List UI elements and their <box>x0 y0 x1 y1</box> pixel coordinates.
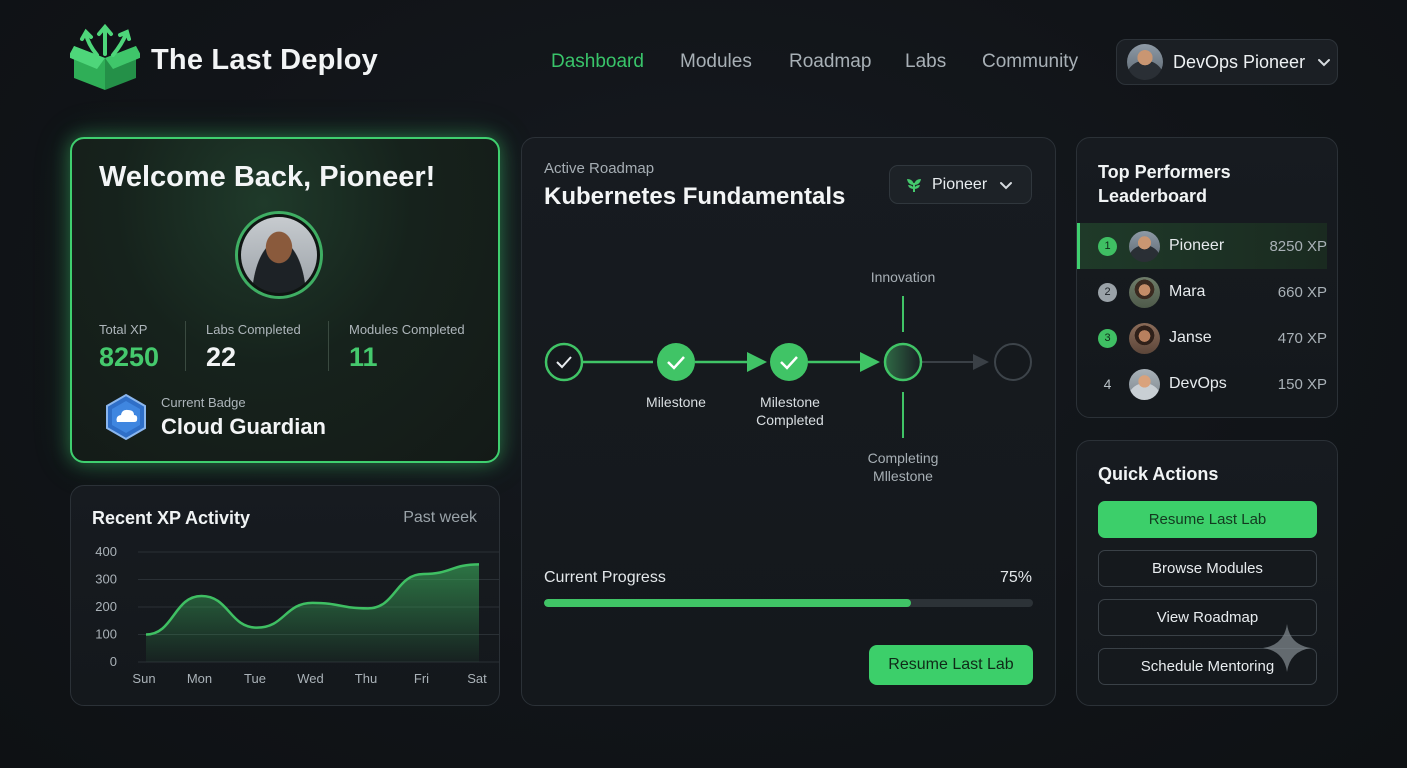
nav-roadmap[interactable]: Roadmap <box>789 51 871 73</box>
resume-last-lab-quick-button[interactable]: Resume Last Lab <box>1098 501 1317 538</box>
milestone-label: Milestone <box>646 394 706 410</box>
leaderboard-card: Top Performers Leaderboard 1 Pioneer 825… <box>1076 137 1338 418</box>
x-tick-label: Wed <box>297 671 324 686</box>
rank-badge: 1 <box>1098 236 1117 256</box>
avatar <box>1129 368 1160 400</box>
progress-label: Current Progress <box>544 569 666 586</box>
x-tick-label: Tue <box>244 671 266 686</box>
stat-divider <box>185 321 186 371</box>
nav-community[interactable]: Community <box>982 51 1078 73</box>
rank-badge: 4 <box>1103 376 1112 392</box>
roadmap-card: Active Roadmap Kubernetes Fundamentals P… <box>521 137 1056 706</box>
y-tick-label: 100 <box>95 627 117 642</box>
total-xp-value: 8250 <box>99 342 160 372</box>
leaderboard-xp: 8250 XP <box>1269 237 1327 255</box>
nav-dashboard[interactable]: Dashboard <box>551 51 644 73</box>
chevron-down-icon <box>1000 181 1013 189</box>
leaderboard-xp: 660 XP <box>1277 283 1327 301</box>
x-tick-label: Thu <box>355 671 377 686</box>
leaderboard-xp: 470 XP <box>1277 329 1327 347</box>
x-tick-label: Sun <box>132 671 155 686</box>
leaderboard-row[interactable]: 2 Mara 660 XP <box>1077 269 1327 315</box>
milestone-innovation-label: Innovation <box>870 269 936 285</box>
milestone-completed-label: Milestone Completed <box>756 394 824 428</box>
leaderboard-name: Janse <box>1169 329 1212 346</box>
logo-box-icon <box>70 23 140 90</box>
avatar <box>1129 230 1160 262</box>
chevron-down-icon <box>1318 59 1331 67</box>
browse-modules-button[interactable]: Browse Modules <box>1098 550 1317 587</box>
nav-modules[interactable]: Modules <box>680 51 752 73</box>
leaf-icon <box>907 178 921 192</box>
rank-badge: 3 <box>1098 328 1117 348</box>
brand-title[interactable]: The Last Deploy <box>151 44 378 77</box>
leaderboard-row[interactable]: 4 DevOps 150 XP <box>1077 361 1327 407</box>
leaderboard-row[interactable]: 3 Janse 470 XP <box>1077 315 1327 361</box>
milestone-locked-node <box>994 343 1032 381</box>
roadmap-timeline <box>544 296 1032 438</box>
level-dropdown[interactable]: Pioneer <box>889 165 1032 204</box>
milestone-1-node <box>544 342 584 382</box>
milestone-2-node <box>657 343 695 381</box>
welcome-title: Welcome Back, Pioneer! <box>99 161 436 193</box>
y-tick-label: 400 <box>95 544 117 559</box>
user-name: DevOps Pioneer <box>1173 51 1306 72</box>
quick-actions-title: Quick Actions <box>1098 464 1219 484</box>
modules-completed-label: Modules Completed <box>349 322 465 337</box>
milestone-3-node <box>770 343 808 381</box>
modules-completed-value: 11 <box>349 342 378 372</box>
labs-completed-label: Labs Completed <box>206 322 301 337</box>
resume-last-lab-button[interactable]: Resume Last Lab <box>869 645 1033 685</box>
user-menu-button[interactable]: DevOps Pioneer <box>1116 39 1338 85</box>
leaderboard-row[interactable]: 1 Pioneer 8250 XP <box>1077 223 1327 269</box>
badge-name: Cloud Guardian <box>161 414 326 439</box>
y-tick-label: 0 <box>110 654 117 669</box>
milestone-current-node <box>883 342 923 382</box>
leaderboard-name: Pioneer <box>1169 237 1225 254</box>
y-tick-label: 300 <box>95 572 117 587</box>
avatar <box>1129 322 1160 354</box>
xp-activity-card: Recent XP Activity Past week 0 100 200 300 4… <box>70 485 500 706</box>
leaderboard-xp: 150 XP <box>1277 375 1327 393</box>
cloud-badge-icon <box>106 393 146 441</box>
profile-avatar <box>235 211 323 299</box>
leaderboard-name: Mara <box>1169 283 1206 300</box>
x-tick-label: Mon <box>187 671 212 686</box>
x-tick-label: Sat <box>467 671 487 686</box>
nav-labs[interactable]: Labs <box>905 51 946 73</box>
x-tick-label: Fri <box>414 671 429 686</box>
progress-bar <box>544 599 1033 607</box>
roadmap-subtitle: Active Roadmap <box>544 160 655 177</box>
level-dropdown-label: Pioneer <box>932 175 988 193</box>
labs-completed-value: 22 <box>206 342 237 372</box>
badge-label: Current Badge <box>161 395 246 410</box>
roadmap-title: Kubernetes Fundamentals <box>544 183 846 210</box>
user-avatar <box>1127 44 1163 80</box>
xp-area-chart: 0 100 200 300 400 Sun Mon Tue Wed Thu Fri Sat <box>95 544 499 686</box>
welcome-card: Welcome Back, Pioneer! Total XP 8250 Lab… <box>70 137 500 463</box>
total-xp-label: Total XP <box>99 322 148 337</box>
sparkle-icon <box>1263 624 1311 672</box>
y-tick-label: 200 <box>95 599 117 614</box>
avatar <box>1129 276 1160 308</box>
progress-percent: 75% <box>999 569 1032 586</box>
milestone-completing-label: Completing Mllestone <box>867 450 939 484</box>
rank-badge: 2 <box>1098 282 1117 302</box>
leaderboard-name: DevOps <box>1169 375 1227 392</box>
progress-bar-fill <box>544 599 911 607</box>
leaderboard-title: Top Performers Leaderboard <box>1098 162 1231 206</box>
stat-divider <box>328 321 329 371</box>
